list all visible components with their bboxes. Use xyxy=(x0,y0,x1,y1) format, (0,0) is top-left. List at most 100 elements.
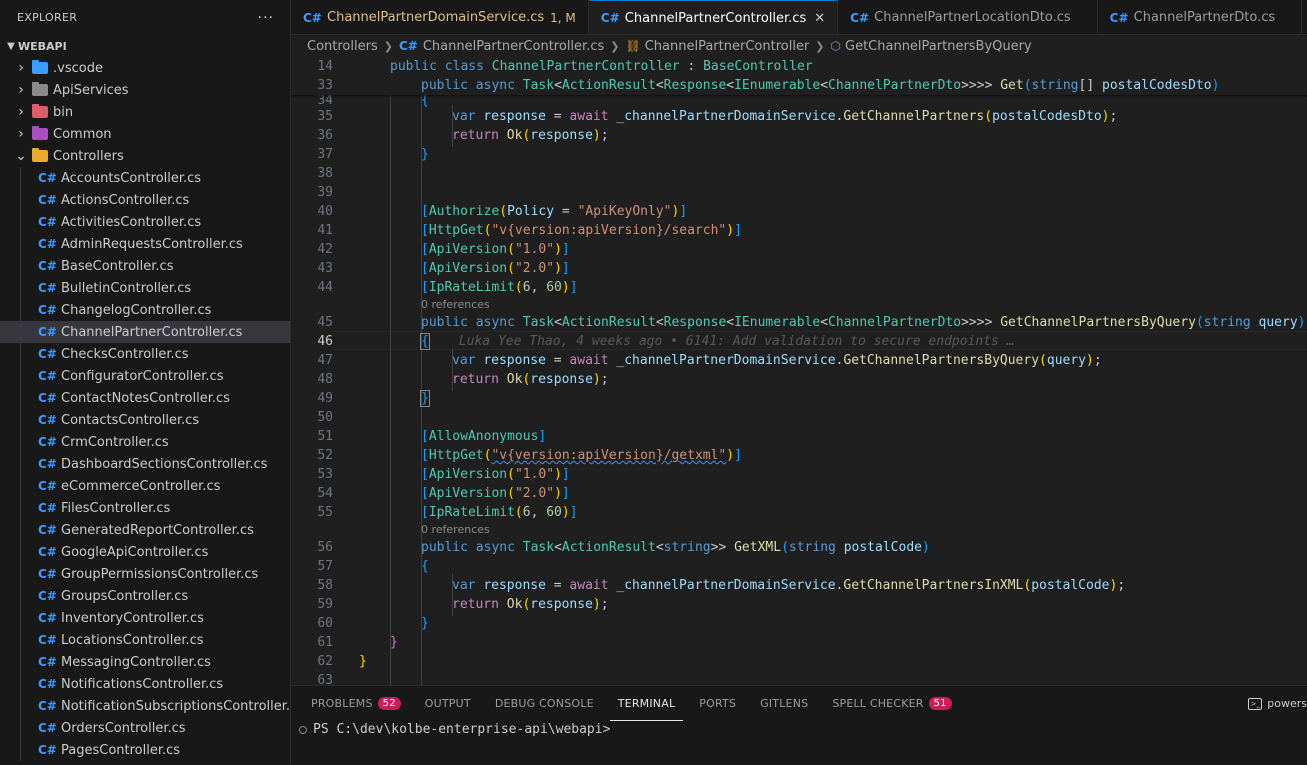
file-label: AccountsController.cs xyxy=(61,170,202,186)
indent-guide xyxy=(20,255,21,277)
folder-label: bin xyxy=(53,104,74,120)
file-item[interactable]: C# MessagingController.cs xyxy=(0,651,290,673)
command-decoration-icon xyxy=(299,725,307,734)
line-code: var response = await _channelPartnerDoma… xyxy=(452,353,1102,368)
token: postalCode xyxy=(1031,578,1110,593)
file-item[interactable]: C# ChecksController.cs xyxy=(0,343,290,365)
tab-spell-checker[interactable]: SPELL CHECKER 51 xyxy=(824,686,959,721)
line-code: [ApiVersion("2.0")] xyxy=(421,261,570,276)
code-editor[interactable]: 14 public class ChannelPartnerController… xyxy=(291,57,1307,685)
tab-channel-partner-location-dto[interactable]: C# ChannelPartnerLocationDto.cs xyxy=(838,0,1098,34)
terminal-profile[interactable]: >_ powers xyxy=(1248,686,1307,721)
csharp-file-icon: C# xyxy=(38,413,57,427)
code-lens-references[interactable]: 0 references xyxy=(421,523,490,536)
file-item[interactable]: C# InventoryController.cs xyxy=(0,607,290,629)
tab-status: 1, M xyxy=(550,10,576,25)
folder-apiservices[interactable]: › ApiServices xyxy=(0,79,290,101)
file-label: InventoryController.cs xyxy=(61,610,204,626)
sticky-scroll[interactable]: 14 public class ChannelPartnerController… xyxy=(291,57,1307,95)
terminal-output[interactable]: PS C:\dev\kolbe-enterprise-api\webapi> xyxy=(299,722,610,737)
file-item[interactable]: C# ConfiguratorController.cs xyxy=(0,365,290,387)
tab-debug-console[interactable]: DEBUG CONSOLE xyxy=(487,686,602,721)
csharp-file-icon: C# xyxy=(600,11,620,25)
file-item[interactable]: C# DashboardSectionsController.cs xyxy=(0,453,290,475)
file-label: DashboardSectionsController.cs xyxy=(61,456,268,472)
breadcrumb-folder[interactable]: Controllers xyxy=(307,39,378,54)
token: ApiVersion xyxy=(428,261,508,276)
file-item[interactable]: C# NotificationsController.cs xyxy=(0,673,290,695)
file-item[interactable]: C# ActionsController.cs xyxy=(0,189,290,211)
code-lens-references[interactable]: 0 references xyxy=(421,298,490,311)
tab-gitlens[interactable]: GITLENS xyxy=(752,686,816,721)
close-icon[interactable]: ✕ xyxy=(814,11,825,26)
csharp-file-icon: C# xyxy=(38,721,57,735)
file-item[interactable]: C# BaseController.cs xyxy=(0,255,290,277)
file-item[interactable]: C# BulletinController.cs xyxy=(0,277,290,299)
token: ChannelPartnerController xyxy=(491,59,680,74)
folder-common[interactable]: › Common xyxy=(0,123,290,145)
indent-guide xyxy=(20,409,21,431)
code-line: 54 [ApiVersion("2.0")] xyxy=(291,484,1307,503)
tab-appsettings[interactable]: {} appsetting xyxy=(1302,0,1307,34)
folder-bin[interactable]: › bin xyxy=(0,101,290,123)
token: string xyxy=(1203,315,1251,330)
file-item[interactable]: C# GoogleApiController.cs xyxy=(0,541,290,563)
file-item[interactable]: C# FilesController.cs xyxy=(0,497,290,519)
file-item[interactable]: C# GeneratedReportController.cs xyxy=(0,519,290,541)
file-item[interactable]: C# ActivitiesController.cs xyxy=(0,211,290,233)
file-item[interactable]: C# ContactsController.cs xyxy=(0,409,290,431)
folder-icon xyxy=(32,60,48,74)
csharp-file-icon: C# xyxy=(38,589,57,603)
token: "v{version:apiVersion}/search" xyxy=(491,223,727,238)
token: Task xyxy=(522,540,555,555)
file-item[interactable]: C# GroupPermissionsController.cs xyxy=(0,563,290,585)
file-item[interactable]: C# AccountsController.cs xyxy=(0,167,290,189)
folder-controllers[interactable]: ⌄ Controllers xyxy=(0,145,290,167)
file-item[interactable]: C# ChangelogController.cs xyxy=(0,299,290,321)
tab-channel-partner-dto[interactable]: C# ChannelPartnerDto.cs xyxy=(1098,0,1303,34)
tab-ports[interactable]: PORTS xyxy=(691,686,744,721)
csharp-file-icon: C# xyxy=(38,611,57,625)
explorer-header: EXPLORER ··· xyxy=(0,0,290,35)
token: ActionResult xyxy=(561,78,656,93)
line-code: } xyxy=(359,654,367,669)
breadcrumb-class[interactable]: ChannelPartnerController xyxy=(645,39,810,54)
file-label: ContactNotesController.cs xyxy=(61,390,230,406)
file-item[interactable]: C# PagesController.cs xyxy=(0,739,290,761)
terminal-icon: >_ xyxy=(1248,697,1263,710)
code-line: 37 } xyxy=(291,145,1307,164)
breadcrumb-method[interactable]: GetChannelPartnersByQuery xyxy=(845,39,1032,54)
file-item[interactable]: C# ChannelPartnerController.cs xyxy=(0,321,290,343)
tab-output[interactable]: OUTPUT xyxy=(417,686,479,721)
tab-channel-partner-domain-service[interactable]: C# ChannelPartnerDomainService.cs 1, M xyxy=(291,0,589,34)
line-number: 42 xyxy=(317,242,333,257)
breadcrumb-file[interactable]: ChannelPartnerController.cs xyxy=(423,39,604,54)
file-item[interactable]: C# OrdersController.cs xyxy=(0,717,290,739)
file-item[interactable]: C# AdminRequestsController.cs xyxy=(0,233,290,255)
file-item[interactable]: C# eCommerceController.cs xyxy=(0,475,290,497)
file-item[interactable]: C# LocationsController.cs xyxy=(0,629,290,651)
file-item[interactable]: C# NotificationSubscriptionsController.cs xyxy=(0,695,290,717)
folder-vscode[interactable]: › .vscode xyxy=(0,57,290,79)
tab-terminal[interactable]: TERMINAL xyxy=(609,686,684,721)
token: string xyxy=(663,540,711,555)
file-item[interactable]: C# CrmController.cs xyxy=(0,431,290,453)
token: _channelPartnerDomainService xyxy=(616,578,836,593)
csharp-file-icon: C# xyxy=(38,655,57,669)
file-item[interactable]: C# ContactNotesController.cs xyxy=(0,387,290,409)
file-label: ChecksController.cs xyxy=(61,346,189,362)
csharp-file-icon: C# xyxy=(38,303,57,317)
indent-guide xyxy=(20,321,21,343)
workspace-section[interactable]: ▼ WEBAPI xyxy=(0,35,290,57)
token: response xyxy=(530,128,593,143)
csharp-file-icon: C# xyxy=(38,501,57,515)
tab-channel-partner-controller[interactable]: C# ChannelPartnerController.cs ✕ xyxy=(588,0,839,34)
more-actions-icon[interactable]: ··· xyxy=(258,10,274,26)
file-label: BulletinController.cs xyxy=(61,280,192,296)
csharp-file-icon: C# xyxy=(38,369,57,383)
file-item[interactable]: C# GroupsController.cs xyxy=(0,585,290,607)
tab-problems[interactable]: PROBLEMS 52 xyxy=(303,686,409,721)
csharp-file-icon: C# xyxy=(850,10,870,25)
folder-icon xyxy=(32,104,48,118)
line-number: 41 xyxy=(317,223,333,238)
